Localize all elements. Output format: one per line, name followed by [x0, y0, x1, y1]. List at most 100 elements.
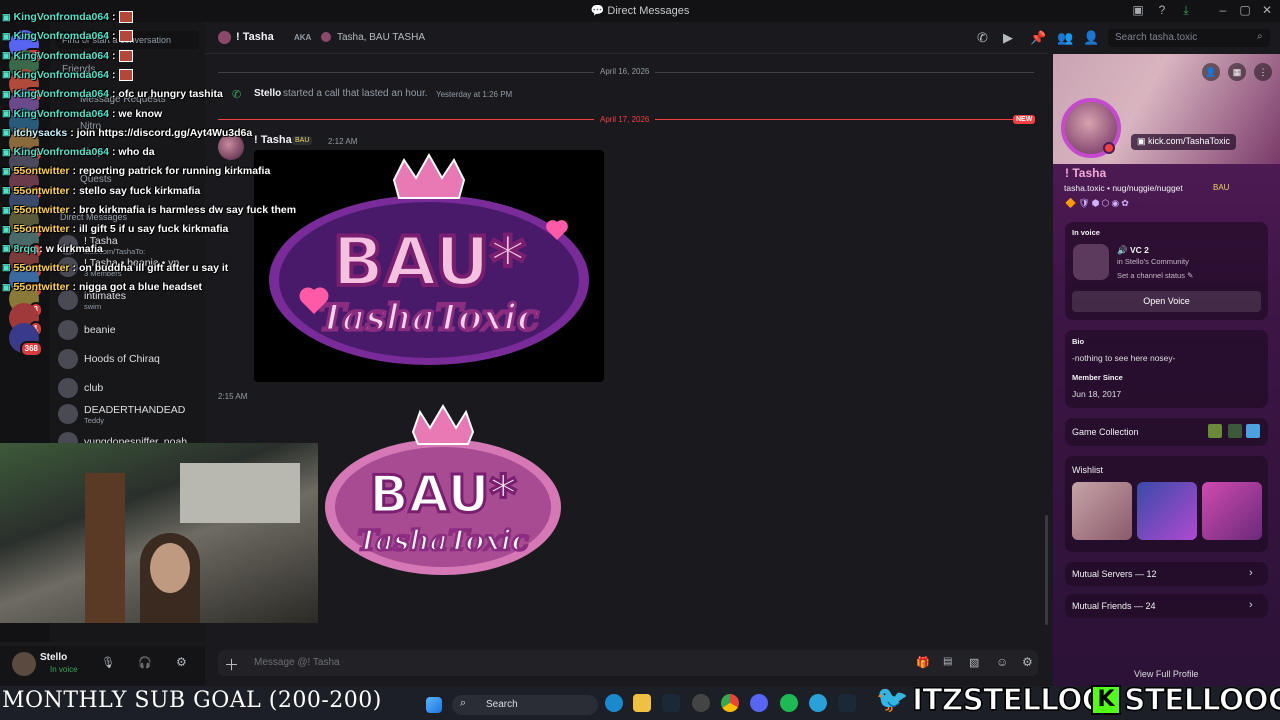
settings-icon[interactable]: ⚙ [176, 655, 187, 669]
minimize-button[interactable]: – [1212, 3, 1234, 17]
dm-icon: 💬 [590, 5, 605, 17]
stream-chat-line: ▣ KingVonfromda064: who da [2, 146, 155, 158]
obs-icon[interactable] [692, 694, 710, 712]
chat-message: : on buddha ill gift after u say it [72, 261, 229, 274]
chat-username: 55ontwitter [13, 281, 70, 294]
chat-username: KingVonfromda064 [13, 11, 109, 23]
badges-row: 🔶🛡⬢⬡◉✿ [1065, 198, 1131, 208]
twitter-handle: ITZSTELLOO [911, 682, 1108, 719]
image-text-bottom: TashaToxic [357, 524, 528, 557]
server-icon[interactable]: 368 [9, 322, 43, 357]
image-text-top: BAU* [332, 223, 525, 302]
game-icon [1228, 424, 1242, 438]
chat-username: 8rqq [13, 242, 37, 255]
wishlist-item[interactable] [1202, 482, 1262, 540]
author-tag: BAU [292, 136, 313, 145]
pencil-icon: ✎ [1187, 271, 1194, 280]
headphones-icon[interactable]: 🎧 [138, 656, 152, 669]
chevron-right-icon: › [1249, 567, 1253, 579]
chrome-icon[interactable] [721, 694, 739, 712]
pin-icon[interactable]: 📌 [1030, 30, 1046, 46]
phone-icon[interactable]: ✆ [977, 30, 988, 46]
telegram-icon[interactable] [809, 694, 827, 712]
chat-message: : w kirkmafia [39, 242, 103, 255]
chat-message: : reporting patrick for running kirkmafi… [72, 165, 271, 178]
stream-chat-line: ▣ 55ontwitter: stello say fuck kirkmafia [2, 185, 200, 197]
chat-username: KingVonfromda064 [13, 68, 109, 81]
dm-item[interactable]: Hoods of Chiraq [58, 347, 198, 371]
discord-icon[interactable] [750, 694, 768, 712]
view-full-profile-link[interactable]: View Full Profile [1134, 669, 1198, 679]
search-input[interactable]: Search tasha.toxic [1108, 29, 1270, 47]
chat-badge-icon: ▣ [2, 108, 11, 118]
add-friends-icon[interactable]: 👥 [1057, 30, 1073, 46]
download-icon[interactable]: ⤓ [1175, 3, 1197, 18]
chat-username: 55ontwitter [13, 165, 70, 178]
taskbar-search[interactable]: Search [452, 695, 598, 715]
bio-label: Bio [1072, 337, 1085, 346]
open-voice-button[interactable]: Open Voice [1072, 291, 1261, 312]
steam-icon[interactable] [838, 694, 856, 712]
author-name[interactable]: ! Tasha [254, 134, 292, 146]
explorer-icon[interactable] [633, 694, 651, 712]
member-since: Jun 18, 2017 [1072, 389, 1122, 399]
emoji-icon[interactable]: ☺ [996, 655, 1008, 669]
voice-channel[interactable]: 🔊 VC 2 [1117, 245, 1149, 256]
stream-chat-line: ▣ 55ontwitter: bro kirkmafia is harmless … [2, 204, 296, 216]
sticker-icon[interactable]: ▧ [969, 656, 979, 669]
chat-username: 55ontwitter [13, 223, 70, 236]
message-input[interactable]: Message @! Tasha [254, 657, 340, 668]
dm-item[interactable]: club [58, 376, 198, 400]
stream-chat-line: ▣ KingVonfromda064: ofc ur hungry tashita [2, 88, 223, 100]
add-friend-icon[interactable]: 👤 [1202, 63, 1220, 81]
steam-icon[interactable] [662, 694, 680, 712]
chat-message: : stello say fuck kirkmafia [72, 184, 201, 197]
gift-icon[interactable]: 🎁 [916, 656, 930, 669]
chat-username: 55ontwitter [13, 184, 70, 197]
twitter-icon: 🐦 [875, 683, 909, 715]
chat-message: : ill gift 5 if u say fuck kirkmafia [72, 223, 229, 236]
window-light [180, 463, 300, 523]
dm-item[interactable]: DEADERTHANDEAD Teddy [58, 402, 198, 426]
spotify-icon[interactable] [780, 694, 798, 712]
more-icon[interactable]: ⋮ [1254, 63, 1272, 81]
user-avatar[interactable] [12, 652, 36, 676]
stream-chat-line: ▣ KingVonfromda064: [2, 49, 133, 62]
help-icon[interactable]: ? [1151, 3, 1173, 17]
close-button[interactable]: ✕ [1256, 3, 1278, 17]
stream-chat-line: ▣ KingVonfromda064: [2, 68, 133, 81]
video-icon[interactable]: ▶ [1003, 30, 1013, 46]
wishlist-item[interactable] [1072, 482, 1132, 540]
call-text: started a call that lasted an hour. [283, 88, 428, 99]
microphone-icon[interactable]: 🎙 [101, 656, 115, 669]
webcam-overlay [0, 443, 318, 623]
dm-item[interactable]: beanie [58, 318, 198, 342]
gif-icon[interactable]: ▤ [943, 656, 952, 667]
set-status-link[interactable]: Set a channel status ✎ [1117, 271, 1193, 280]
apps-icon[interactable]: ⚙ [1022, 655, 1033, 669]
start-icon[interactable] [426, 697, 442, 713]
wishlist-label: Wishlist [1072, 465, 1103, 475]
dm-title: ! Tasha [236, 31, 274, 43]
message-composer [218, 650, 1038, 676]
kick-icon: K [1091, 685, 1121, 715]
chat-badge-icon: ▣ [2, 146, 11, 157]
chat-badge-icon: ▣ [2, 165, 11, 176]
wishlist-item[interactable] [1137, 482, 1197, 540]
maximize-button[interactable]: ▢ [1234, 3, 1256, 17]
user-profile-icon[interactable]: 👤 [1083, 30, 1099, 46]
voice-server: in Stello's Community [1117, 257, 1189, 266]
chat-username: KingVonfromda064 [13, 88, 109, 101]
stream-chat-line: ▣ KingVonfromda064: [2, 11, 133, 23]
new-badge: NEW [1013, 115, 1036, 124]
scrollbar[interactable] [1045, 515, 1048, 625]
nitro-icon[interactable]: ▦ [1228, 63, 1246, 81]
edge-icon[interactable] [605, 694, 623, 712]
add-attachment-icon[interactable]: ＋ [224, 654, 239, 675]
profile-link[interactable]: ▣ kick.com/TashaToxic [1131, 134, 1237, 150]
image-attachment[interactable]: BAU* TashaToxic [318, 402, 568, 582]
call-user[interactable]: Stello [254, 88, 281, 99]
emote-icon [118, 68, 133, 81]
inbox-icon[interactable]: ▣ [1127, 3, 1149, 17]
image-attachment[interactable]: BAU* TashaToxic [254, 150, 604, 382]
